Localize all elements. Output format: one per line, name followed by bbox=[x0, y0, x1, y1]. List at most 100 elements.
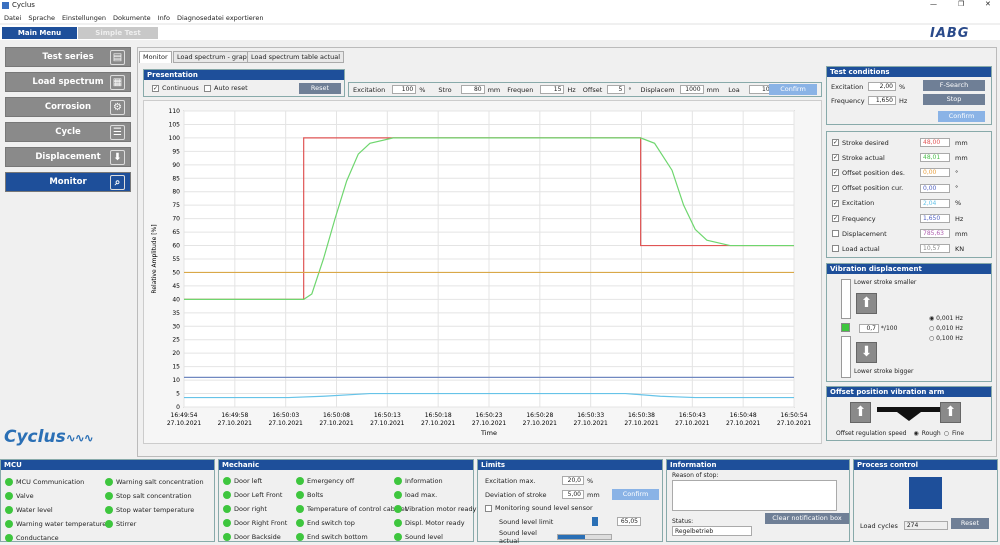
status-lamp-icon bbox=[5, 534, 13, 542]
signal-checkbox[interactable] bbox=[832, 230, 839, 238]
signal-value: 2,04 bbox=[920, 198, 950, 208]
excitation-param-input[interactable]: 100 bbox=[392, 85, 417, 94]
indicator-row: Emergency off bbox=[296, 474, 407, 488]
amplitude-chart: 0 5 10 15 20 25 30 35 40 45 50 55 60 65 70 75 80 85 90 95 10… bbox=[151, 108, 811, 437]
step-options: ◉ 0,001 Hz ○ 0,010 Hz ○ 0,100 Hz bbox=[929, 314, 963, 344]
sidebar-item-test-series[interactable]: Test series ▤ bbox=[5, 47, 131, 67]
signal-value: 10,57 bbox=[920, 244, 950, 254]
limits-confirm-button[interactable]: Confirm bbox=[612, 489, 659, 500]
sidebar-item-displacement[interactable]: Displacement ⬇ bbox=[5, 147, 131, 167]
rough-radio[interactable]: ◉ bbox=[913, 430, 918, 437]
stop-button[interactable]: Stop bbox=[923, 94, 985, 105]
arrow-down-button[interactable]: ⬇ bbox=[856, 342, 877, 363]
vibration-value-input[interactable]: 0,7 bbox=[859, 324, 879, 333]
sidebar-item-load-spectrum[interactable]: Load spectrum ▦ bbox=[5, 72, 131, 92]
signal-checkbox[interactable]: ✓ bbox=[832, 215, 839, 222]
deviation-input[interactable]: 5,00 bbox=[562, 490, 584, 499]
step-option[interactable]: ○ 0,010 Hz bbox=[929, 324, 963, 334]
tc-confirm-button[interactable]: Confirm bbox=[938, 111, 985, 122]
indicator-row: Stirrer bbox=[105, 517, 204, 531]
sound-limit-label: Sound level limit bbox=[499, 517, 554, 526]
reset-chart-button[interactable]: Reset bbox=[299, 83, 341, 94]
x-tick-time: 16:49:54 bbox=[171, 412, 198, 419]
process-stop-button[interactable] bbox=[909, 477, 942, 509]
signal-checkbox[interactable]: ✓ bbox=[832, 184, 839, 192]
monitor-sound-label: Monitoring sound level sensor bbox=[495, 504, 593, 512]
displacement-param-input[interactable]: 1000 bbox=[679, 85, 704, 94]
signal-label: Excitation bbox=[842, 199, 875, 208]
tc-excitation-input[interactable]: 2,00 bbox=[868, 82, 896, 91]
minimize-icon[interactable]: — bbox=[930, 0, 937, 8]
fine-radio[interactable]: ○ bbox=[944, 430, 949, 437]
indicator-label: MCU Communication bbox=[16, 478, 85, 486]
indicator-label: Vibration motor ready bbox=[405, 505, 477, 513]
menu-item-info[interactable]: Info bbox=[158, 14, 170, 22]
f-search-button[interactable]: F-Search bbox=[923, 80, 985, 91]
test-conditions-title: Test conditions bbox=[827, 67, 991, 77]
menu-item-diagnosedatei-exportieren[interactable]: Diagnosedatei exportieren bbox=[177, 14, 263, 22]
status-lamp-icon bbox=[105, 520, 113, 528]
indicator-row: Displ. Motor ready bbox=[394, 516, 476, 530]
status-lamp-icon bbox=[223, 533, 231, 541]
mcu-panel: MCU MCU Communication Valve Water level War… bbox=[0, 459, 215, 542]
auto-reset-checkbox[interactable] bbox=[204, 84, 211, 92]
tc-frequency-input[interactable]: 1,650 bbox=[868, 96, 896, 105]
tab-load-spectrum-graph[interactable]: Load spectrum - graph bbox=[173, 51, 255, 63]
indicator-label: Stop salt concentration bbox=[116, 492, 192, 500]
tab-monitor[interactable]: Monitor bbox=[139, 51, 172, 63]
freq-param-input[interactable]: 15 bbox=[540, 85, 565, 94]
signal-unit: mm bbox=[955, 153, 968, 162]
arrow-up-button[interactable]: ⬆ bbox=[856, 293, 877, 314]
offset-up-left-button[interactable]: ⬆ bbox=[850, 402, 871, 423]
process-control-panel: Process control Load cycles 274 Reset bbox=[853, 459, 998, 542]
clear-notification-button[interactable]: Clear notification box bbox=[765, 513, 849, 524]
stroke-param-input[interactable]: 80 bbox=[460, 85, 485, 94]
signal-checkbox[interactable] bbox=[832, 245, 839, 253]
process-reset-button[interactable]: Reset bbox=[951, 518, 989, 529]
signal-checkbox[interactable]: ✓ bbox=[832, 199, 839, 207]
signal-row: ✓ Offset position cur. 0,00 ° bbox=[832, 183, 958, 193]
params-confirm-button[interactable]: Confirm bbox=[769, 84, 817, 95]
sound-limit-input[interactable]: 65,05 bbox=[617, 517, 641, 526]
indicator-label: Stop water temperature bbox=[116, 506, 195, 514]
signal-checkbox[interactable]: ✓ bbox=[832, 139, 839, 146]
step-option[interactable]: ○ 0,100 Hz bbox=[929, 334, 963, 344]
signal-checkbox[interactable]: ✓ bbox=[832, 169, 839, 177]
menu-item-einstellungen[interactable]: Einstellungen bbox=[62, 14, 106, 22]
menu-item-sprache[interactable]: Sprache bbox=[28, 14, 55, 22]
freq-param-unit: Hz bbox=[567, 85, 576, 94]
stroke-indicator bbox=[841, 323, 850, 332]
stroke-param-unit: mm bbox=[487, 85, 501, 94]
sound-limit-slider[interactable] bbox=[592, 517, 598, 526]
x-tick-date: 27.10.2021 bbox=[726, 420, 761, 427]
menu-item-dokumente[interactable]: Dokumente bbox=[113, 14, 151, 22]
sidebar-item-label: Load spectrum bbox=[32, 77, 104, 87]
signal-checkbox[interactable]: ✓ bbox=[832, 154, 839, 162]
tab-load-spectrum-table[interactable]: Load spectrum table actual bbox=[247, 51, 345, 63]
offset-up-right-button[interactable]: ⬆ bbox=[940, 402, 961, 423]
maximize-icon[interactable]: ❐ bbox=[958, 0, 964, 8]
main-menu-tab[interactable]: Main Menu bbox=[2, 27, 77, 39]
close-icon[interactable]: ✕ bbox=[985, 0, 991, 8]
step-option[interactable]: ◉ 0,001 Hz bbox=[929, 314, 963, 324]
status-lamp-icon bbox=[394, 491, 402, 499]
continuous-checkbox[interactable]: ✓ bbox=[152, 84, 159, 92]
y-tick-label: 95 bbox=[172, 148, 180, 155]
reason-box[interactable] bbox=[672, 480, 837, 511]
monitor-sound-checkbox[interactable] bbox=[485, 504, 492, 512]
simple-test-tab[interactable]: Simple Test bbox=[78, 27, 158, 39]
menu-item-datei[interactable]: Datei bbox=[4, 14, 21, 22]
exc-max-input[interactable]: 20,0 bbox=[562, 476, 584, 485]
y-tick-label: 90 bbox=[172, 162, 180, 169]
information-panel: Information Reason of stop: Clear notifi… bbox=[666, 459, 850, 542]
indicator-label: Sound level bbox=[405, 533, 443, 541]
status-lamp-icon bbox=[223, 477, 231, 485]
sidebar-item-corrosion[interactable]: Corrosion ⚙ bbox=[5, 97, 131, 117]
status-lamp-icon bbox=[223, 505, 231, 513]
y-tick-label: 105 bbox=[169, 121, 181, 128]
offset-param-input[interactable]: 5 bbox=[607, 85, 626, 94]
sidebar-item-cycle[interactable]: Cycle ☰ bbox=[5, 122, 131, 142]
tc-frequency-label: Frequency bbox=[831, 96, 865, 105]
x-tick-time: 16:50:33 bbox=[577, 412, 604, 419]
sidebar-item-monitor[interactable]: Monitor ⌕ bbox=[5, 172, 131, 192]
